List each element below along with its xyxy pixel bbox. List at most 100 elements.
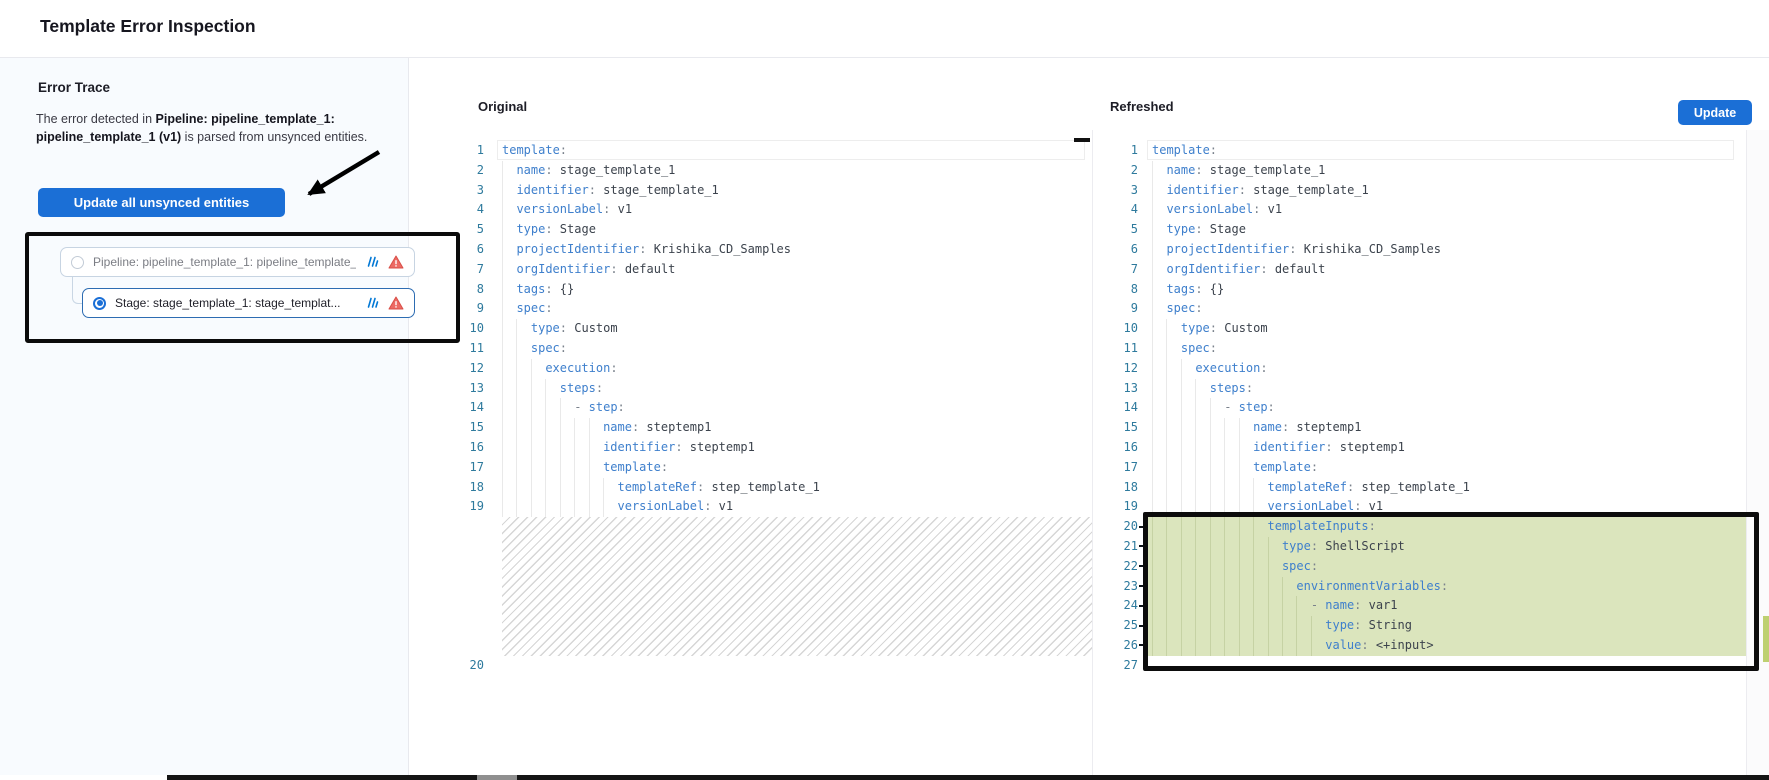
code-text: identifier: stage_template_1: [493, 181, 1092, 201]
yaml-key: execution: [1195, 361, 1260, 375]
yaml-value: Custom: [567, 321, 618, 335]
template-icon: [365, 297, 379, 309]
yaml-colon: :: [545, 222, 552, 236]
yaml-key: identifier: [603, 440, 675, 454]
indent-guide: [1253, 478, 1267, 498]
diff-missing-lines-hatch: [502, 517, 1092, 656]
indent-guide: [1152, 200, 1166, 220]
code-text: steps:: [1145, 379, 1749, 399]
tree-item-stage[interactable]: Stage: stage_template_1: stage_templat..…: [82, 288, 415, 318]
indent-guide: [502, 181, 516, 201]
code-text: spec:: [1145, 299, 1749, 319]
code-text: versionLabel: v1: [493, 200, 1092, 220]
yaml-key: template: [502, 143, 560, 157]
desc-prefix: The error detected in: [36, 112, 156, 126]
update-all-unsynced-entities-button[interactable]: Update all unsynced entities: [38, 188, 285, 217]
line-number: 4: [1112, 200, 1145, 220]
refreshed-pane-title: Refreshed: [1110, 99, 1174, 114]
original-yaml-editor[interactable]: 1template:2name: stage_template_13identi…: [460, 141, 1092, 676]
code-text: template:: [493, 141, 1092, 161]
annotation-arrow-icon: [283, 146, 383, 208]
indent-guide: [574, 497, 588, 517]
indent-guide: [574, 458, 588, 478]
yaml-key: tags: [516, 282, 545, 296]
indent-guide: [516, 359, 530, 379]
indent-guide: [589, 418, 603, 438]
tree-item-label: Pipeline: pipeline_template_1: pipeline_…: [93, 255, 356, 269]
indent-guide: [502, 379, 516, 399]
line-number: 17: [460, 458, 493, 478]
indent-guide: [1195, 458, 1209, 478]
indent-guide: [545, 458, 559, 478]
indent-guide: [603, 497, 617, 517]
indent-guide: [1152, 359, 1166, 379]
code-text: - step:: [1145, 398, 1749, 418]
tree-item-pipeline[interactable]: Pipeline: pipeline_template_1: pipeline_…: [60, 247, 415, 277]
yaml-key: projectIdentifier: [516, 242, 639, 256]
yaml-value: v1: [1260, 202, 1282, 216]
yaml-colon: :: [675, 440, 682, 454]
indent-guide: [560, 458, 574, 478]
code-text: spec:: [1145, 339, 1749, 359]
code-text: template:: [1145, 458, 1749, 478]
line-number: 9: [1112, 299, 1145, 319]
code-line: 19versionLabel: v1: [460, 497, 1092, 517]
indent-guide: [502, 220, 516, 240]
indent-guide: [1210, 438, 1224, 458]
radio-icon[interactable]: [93, 297, 106, 310]
yaml-value: steptemp1: [1333, 440, 1405, 454]
indent-guide: [1166, 339, 1180, 359]
indent-guide: [1181, 478, 1195, 498]
radio-icon[interactable]: [71, 256, 84, 269]
yaml-dash: -: [1224, 400, 1238, 414]
line-number: 17: [1112, 458, 1145, 478]
yaml-colon: :: [1289, 242, 1296, 256]
indent-guide: [1166, 319, 1180, 339]
code-text: [493, 656, 1092, 676]
indent-guide: [560, 438, 574, 458]
indent-guide: [589, 438, 603, 458]
line-number: 14: [1112, 398, 1145, 418]
indent-guide: [560, 398, 574, 418]
indent-guide: [589, 458, 603, 478]
yaml-value: stage_template_1: [1246, 183, 1369, 197]
indent-guide: [1152, 240, 1166, 260]
indent-guide: [516, 319, 530, 339]
indent-guide: [516, 418, 530, 438]
yaml-key: projectIdentifier: [1166, 242, 1289, 256]
yaml-key: name: [1253, 420, 1282, 434]
yaml-key: step: [589, 400, 618, 414]
overview-ruler[interactable]: [1746, 130, 1769, 775]
line-number: 1: [1112, 141, 1145, 161]
line-number: 3: [1112, 181, 1145, 201]
indent-guide: [1195, 478, 1209, 498]
indent-guide: [1152, 181, 1166, 201]
yaml-key: type: [1166, 222, 1195, 236]
indent-guide: [502, 438, 516, 458]
indent-guide: [1152, 280, 1166, 300]
line-number: 6: [1112, 240, 1145, 260]
line-number: 6: [460, 240, 493, 260]
line-number: 7: [1112, 260, 1145, 280]
yaml-colon: :: [1311, 460, 1318, 474]
indent-guide: [502, 299, 516, 319]
indent-guide: [531, 359, 545, 379]
code-line: 6projectIdentifier: Krishika_CD_Samples: [460, 240, 1092, 260]
indent-guide: [1152, 478, 1166, 498]
yaml-colon: :: [1260, 361, 1267, 375]
code-line: 15name: steptemp1: [460, 418, 1092, 438]
indent-guide: [1152, 260, 1166, 280]
indent-guide: [502, 161, 516, 181]
line-number: 15: [1112, 418, 1145, 438]
tree-item-label: Stage: stage_template_1: stage_templat..…: [115, 296, 356, 310]
bottom-scrollbar[interactable]: [167, 775, 1769, 780]
yaml-value: v1: [711, 499, 733, 513]
indent-guide: [574, 478, 588, 498]
update-button[interactable]: Update: [1678, 100, 1752, 125]
indent-guide: [531, 458, 545, 478]
yaml-colon: :: [560, 143, 567, 157]
warning-icon: [388, 255, 404, 269]
yaml-colon: :: [1246, 381, 1253, 395]
code-text: identifier: stage_template_1: [1145, 181, 1749, 201]
indent-guide: [560, 497, 574, 517]
